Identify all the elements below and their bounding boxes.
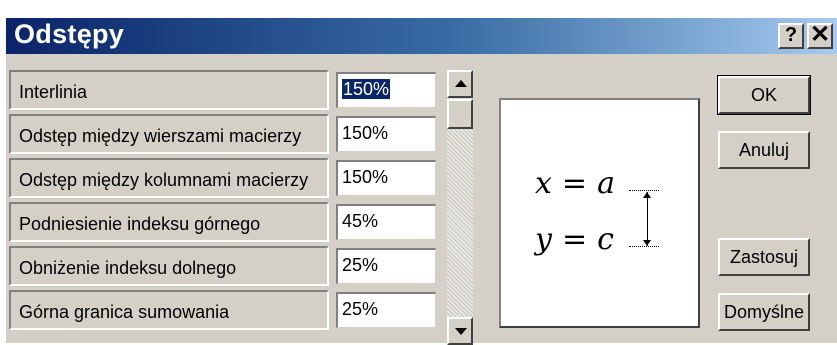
title-bar[interactable]: Odstępy ? ✕: [6, 18, 837, 54]
eq1-operator: =: [561, 166, 588, 201]
preview-box: x = a y = c: [499, 98, 700, 328]
scroll-up-button[interactable]: [447, 70, 473, 98]
spacing-measure-line: [647, 192, 648, 246]
row-label: Odstęp między kolumnami macierzy: [9, 158, 329, 198]
preview-equation-2: y = c: [535, 222, 614, 257]
window-title: Odstępy: [14, 19, 125, 49]
baseline-guide-top: [629, 190, 659, 191]
spacing-row-upper-limit: Górna granica sumowania 25%: [9, 290, 447, 334]
upper-limit-input[interactable]: 25%: [336, 292, 436, 328]
preview-equation-1: x = a: [535, 166, 615, 201]
eq2-lhs: y: [535, 222, 552, 257]
row-label: Interlinia: [9, 70, 329, 110]
spacing-row-subscript-depth: Obniżenie indeksu dolnego 25%: [9, 246, 447, 290]
eq1-rhs: a: [597, 166, 615, 201]
scroll-down-arrow-icon: [455, 328, 467, 335]
spacing-row-matrix-column-spacing: Odstęp między kolumnami macierzy 150%: [9, 158, 447, 202]
subscript-depth-input[interactable]: 25%: [336, 248, 436, 284]
spacing-row-line-spacing: Interlinia 150%: [9, 70, 447, 114]
close-button[interactable]: ✕: [807, 23, 833, 49]
matrix-column-spacing-input[interactable]: 150%: [336, 160, 436, 196]
input-value: 150%: [342, 79, 391, 99]
row-label: Górna granica sumowania: [9, 290, 329, 330]
apply-button[interactable]: Zastosuj: [718, 238, 810, 276]
line-spacing-input[interactable]: 150%: [336, 72, 436, 108]
scroll-thumb[interactable]: [447, 99, 473, 129]
spacing-row-matrix-row-spacing: Odstęp między wierszami macierzy 150%: [9, 114, 447, 158]
measure-arrow-down-icon: [643, 240, 651, 246]
baseline-guide-bottom: [629, 246, 659, 247]
eq1-lhs: x: [535, 166, 552, 201]
ok-button[interactable]: OK: [717, 75, 811, 115]
superscript-height-input[interactable]: 45%: [336, 204, 436, 240]
measure-arrow-up-icon: [643, 192, 651, 198]
matrix-row-spacing-input[interactable]: 150%: [336, 116, 436, 152]
spacing-row-superscript-height: Podniesienie indeksu górnego 45%: [9, 202, 447, 246]
row-label: Obniżenie indeksu dolnego: [9, 246, 329, 286]
eq2-rhs: c: [597, 222, 614, 257]
cancel-button[interactable]: Anuluj: [718, 131, 810, 169]
row-label: Odstęp między wierszami macierzy: [9, 114, 329, 154]
vertical-scrollbar[interactable]: [447, 70, 473, 345]
spacing-dialog: Odstępy ? ✕ Interlinia 150% Odstęp międz…: [6, 18, 837, 345]
row-label: Podniesienie indeksu górnego: [9, 202, 329, 242]
scroll-down-button[interactable]: [447, 317, 473, 345]
help-button[interactable]: ?: [778, 23, 804, 49]
eq2-operator: =: [561, 222, 588, 257]
spacing-list: Interlinia 150% Odstęp między wierszami …: [9, 70, 447, 343]
scroll-up-arrow-icon: [455, 80, 467, 87]
defaults-button[interactable]: Domyślne: [718, 293, 810, 331]
